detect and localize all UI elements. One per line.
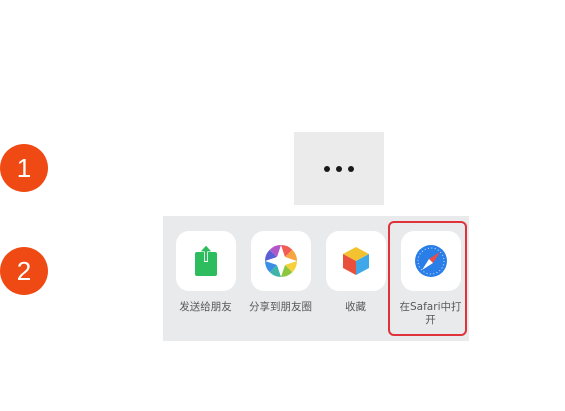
share-item-label: 分享到朋友圈 bbox=[249, 301, 312, 313]
favorites-icon bbox=[342, 247, 369, 275]
more-options-button[interactable] bbox=[294, 132, 384, 205]
ellipsis-icon bbox=[336, 165, 342, 172]
step-badge-1: 1 bbox=[0, 144, 48, 192]
share-item-favorites[interactable]: 收藏 bbox=[318, 231, 393, 314]
step-number: 2 bbox=[16, 255, 32, 286]
moments-tile[interactable] bbox=[250, 231, 311, 291]
highlight-box bbox=[388, 221, 467, 336]
step-badge-2: 2 bbox=[0, 247, 48, 295]
ellipsis-icon bbox=[324, 165, 330, 172]
favorites-tile[interactable] bbox=[325, 231, 386, 291]
share-item-send-to-friend[interactable]: 发送给朋友 bbox=[168, 231, 243, 314]
tutorial-screenshot: 1 2 发送给朋友 分享到朋友圈 收藏 在Safari中打开 bbox=[0, 0, 565, 411]
share-item-moments[interactable]: 分享到朋友圈 bbox=[243, 231, 318, 314]
share-item-label: 收藏 bbox=[345, 301, 366, 313]
moments-icon bbox=[264, 245, 297, 277]
send-to-friend-tile[interactable] bbox=[175, 231, 236, 291]
share-item-label: 发送给朋友 bbox=[179, 301, 232, 313]
send-to-friend-icon bbox=[194, 244, 217, 276]
step-number: 1 bbox=[16, 152, 32, 183]
ellipsis-icon bbox=[348, 165, 354, 172]
